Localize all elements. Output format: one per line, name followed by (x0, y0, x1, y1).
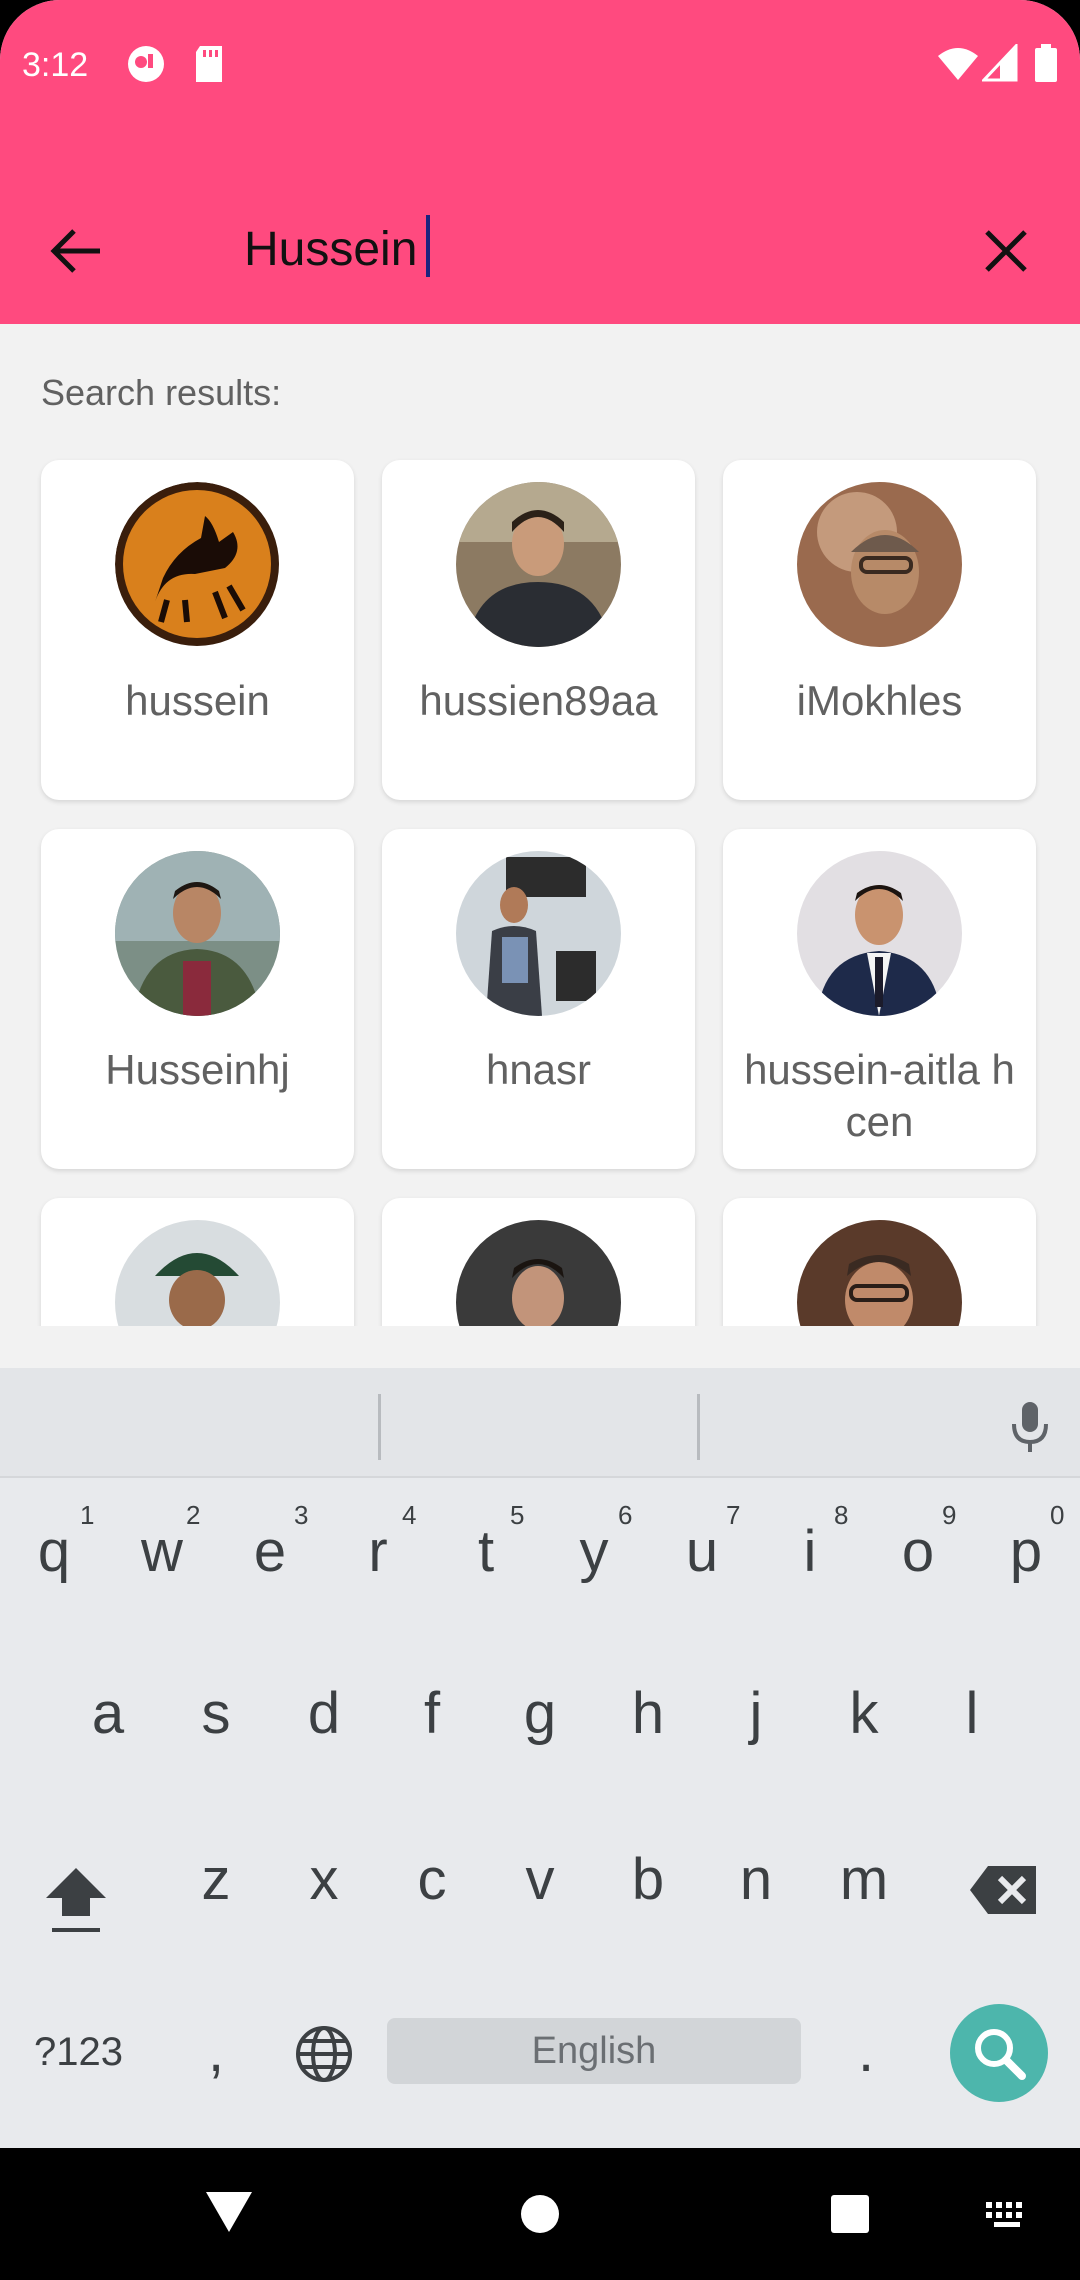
sd-card-icon (192, 44, 226, 89)
nav-home-icon[interactable] (519, 2193, 561, 2235)
nav-recents-icon[interactable] (829, 2193, 871, 2235)
screen: 3:12 Hussein Search results: hussein hus… (0, 0, 1080, 2280)
soft-keyboard: 1 2 3 4 5 6 7 8 9 0 q w e r t y u i o p … (0, 1368, 1080, 2148)
keyboard-switch-icon[interactable] (984, 2200, 1030, 2230)
search-icon (975, 2029, 1026, 2080)
key-s[interactable]: s (166, 1680, 266, 1747)
key-t[interactable]: t (436, 1518, 536, 1585)
symbols-key[interactable]: ?123 (34, 2030, 123, 2075)
back-button[interactable] (40, 215, 112, 287)
cell-signal-icon (980, 42, 1018, 89)
key-w[interactable]: w (112, 1518, 212, 1585)
user-card[interactable]: Husseinhj (41, 829, 354, 1169)
key-e[interactable]: e (220, 1518, 320, 1585)
key-z[interactable]: z (166, 1846, 266, 1913)
key-v[interactable]: v (490, 1846, 590, 1913)
text-caret (426, 215, 430, 277)
avatar (115, 1220, 280, 1326)
comma-key[interactable]: , (208, 2018, 224, 2085)
search-key[interactable] (950, 2004, 1048, 2102)
key-y[interactable]: y (544, 1518, 644, 1585)
key-p[interactable]: p (976, 1518, 1076, 1585)
period-key[interactable]: . (858, 2018, 874, 2085)
user-name: hussien89aa (419, 677, 658, 724)
key-m[interactable]: m (814, 1846, 914, 1913)
results-grid: hussein hussien89aa iMokhles Husseinhj h… (0, 450, 1080, 1326)
user-name: hussein (125, 677, 270, 724)
battery-icon (1034, 44, 1058, 89)
user-name: hussein-aitla hcen (744, 1046, 1015, 1145)
key-q[interactable]: q (4, 1518, 104, 1585)
key-g[interactable]: g (490, 1680, 590, 1747)
key-a[interactable]: a (58, 1680, 158, 1747)
key-k[interactable]: k (814, 1680, 914, 1747)
suggestion-divider (697, 1394, 700, 1460)
user-name: Husseinhj (105, 1046, 290, 1093)
shift-key[interactable] (40, 1860, 112, 1932)
suggestion-strip (0, 1368, 1080, 1478)
user-card[interactable]: iMokhles (723, 460, 1036, 800)
avatar (456, 1220, 621, 1326)
shift-icon (46, 1868, 106, 1932)
user-card[interactable]: hussien89aa (382, 460, 695, 800)
globe-icon (296, 2026, 352, 2082)
user-card[interactable] (723, 1198, 1036, 1326)
avatar (456, 482, 621, 647)
key-b[interactable]: b (598, 1846, 698, 1913)
microphone-icon[interactable] (1000, 1396, 1060, 1456)
avatar (797, 851, 962, 1016)
user-card[interactable] (41, 1198, 354, 1326)
app-bar: 3:12 (0, 0, 1080, 324)
search-results-label: Search results: (41, 372, 282, 413)
nav-back-icon[interactable] (204, 2190, 254, 2234)
key-u[interactable]: u (652, 1518, 752, 1585)
user-card[interactable]: hussein (41, 460, 354, 800)
avatar (115, 482, 280, 647)
status-time: 3:12 (22, 46, 89, 84)
close-icon (985, 230, 1027, 272)
key-r[interactable]: r (328, 1518, 428, 1585)
notification-app-icon (126, 44, 166, 89)
key-c[interactable]: c (382, 1846, 482, 1913)
user-name: hnasr (485, 1046, 592, 1093)
language-key[interactable] (294, 2024, 354, 2084)
suggestion-divider (378, 1394, 381, 1460)
user-card[interactable]: hussein-aitla hcen (723, 829, 1036, 1169)
key-d[interactable]: d (274, 1680, 374, 1747)
avatar (456, 851, 621, 1016)
key-o[interactable]: o (868, 1518, 968, 1585)
key-f[interactable]: f (382, 1680, 482, 1747)
avatar (797, 1220, 962, 1326)
key-j[interactable]: j (706, 1680, 806, 1747)
status-bar: 3:12 (0, 30, 1080, 100)
arrow-back-icon (50, 229, 100, 273)
key-i[interactable]: i (760, 1518, 860, 1585)
avatar (797, 482, 962, 647)
user-name: iMokhles (796, 677, 963, 724)
navigation-bar (0, 2148, 1080, 2280)
search-row (0, 195, 1080, 305)
clear-search-button[interactable] (970, 215, 1042, 287)
user-card[interactable]: hnasr (382, 829, 695, 1169)
key-x[interactable]: x (274, 1846, 374, 1913)
avatar (115, 851, 280, 1016)
search-input[interactable] (244, 209, 944, 289)
wifi-icon (936, 44, 980, 89)
key-n[interactable]: n (706, 1846, 806, 1913)
key-l[interactable]: l (922, 1680, 1022, 1747)
backspace-key[interactable] (968, 1862, 1040, 1918)
user-card[interactable] (382, 1198, 695, 1326)
key-h[interactable]: h (598, 1680, 698, 1747)
space-bar[interactable]: English (387, 2018, 801, 2084)
backspace-icon (970, 1866, 1036, 1914)
